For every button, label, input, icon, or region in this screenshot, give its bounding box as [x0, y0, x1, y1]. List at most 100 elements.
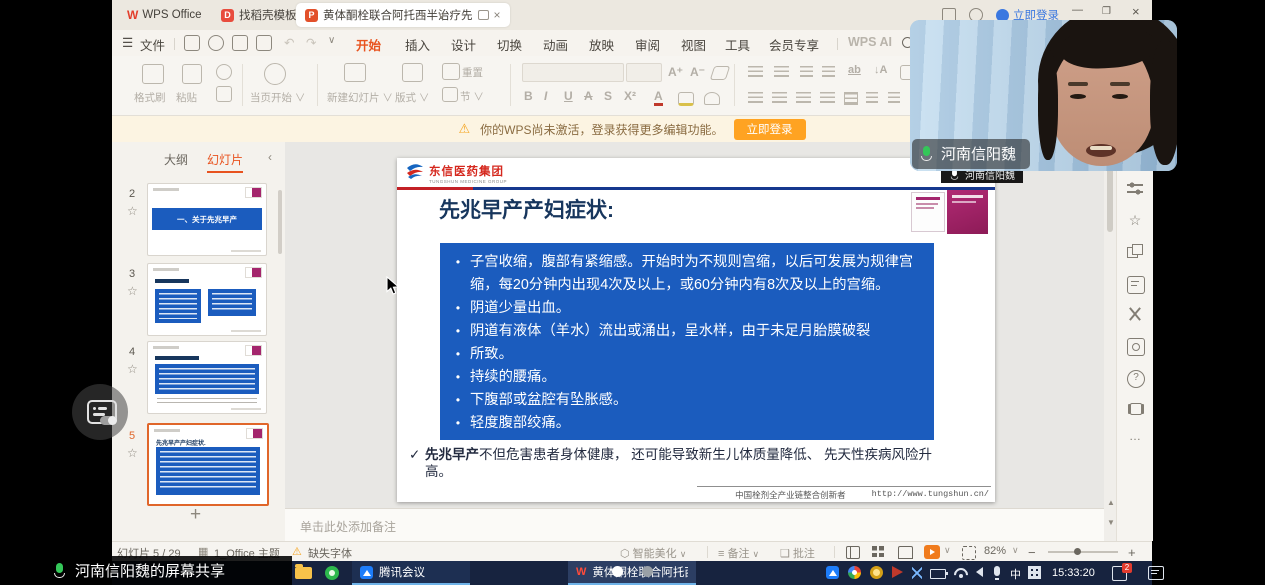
char-border-icon[interactable]: ab [848, 64, 861, 76]
shapes-icon[interactable] [1127, 244, 1143, 260]
image-library-icon[interactable] [1127, 338, 1145, 356]
tab-docer-templates[interactable]: D 找稻壳模板 [212, 3, 306, 27]
notes-pane[interactable]: 单击此处添加备注 [285, 508, 1104, 542]
numbered-list-icon[interactable] [774, 66, 789, 77]
print-icon[interactable] [232, 35, 248, 51]
strikethrough-button[interactable]: A [584, 89, 593, 103]
copy-icon[interactable] [216, 86, 232, 102]
restore-button[interactable]: ❐ [1102, 6, 1111, 17]
menu-item-review[interactable]: 审阅 [635, 35, 660, 54]
skin-icon[interactable] [1127, 400, 1143, 416]
highlight-color-button[interactable] [678, 92, 694, 106]
missing-font-label[interactable]: 缺失字体 [308, 545, 352, 561]
font-size-select[interactable] [626, 63, 662, 82]
more-tools-icon[interactable]: … [1127, 428, 1143, 444]
tray-triangle-app-icon[interactable] [892, 566, 903, 578]
tray-mic-icon[interactable] [994, 566, 1000, 576]
tray-browser-icon[interactable] [848, 566, 861, 579]
new-tab-button[interactable]: + [414, 3, 430, 27]
play-from-current-label[interactable]: 当页开始 ∨ [250, 90, 305, 105]
menu-item-animation[interactable]: 动画 [543, 35, 568, 54]
notes-placeholder[interactable]: 单击此处添加备注 [300, 518, 396, 535]
line-spacing-icon[interactable] [866, 92, 878, 103]
wps-ai-button[interactable]: WPS AI [848, 35, 892, 49]
zoom-in-button[interactable]: + [1128, 545, 1136, 560]
taskbar-wps-document[interactable]: W 黄体酮栓联合阿托西... [568, 561, 696, 585]
align-left-icon[interactable] [748, 92, 763, 103]
tab-wps-home[interactable]: W WPS Office [118, 3, 211, 27]
tab-slides[interactable]: 幻灯片 [207, 151, 243, 173]
menu-item-member[interactable]: 会员专享 [769, 35, 819, 54]
caption-floating-button[interactable] [72, 384, 128, 440]
slide-body-textbox[interactable]: •子宫收缩，腹部有紧缩感。开始时为不规则宫缩，以后可发展为规律宫缩，每20分钟内… [440, 243, 934, 440]
action-center-icon[interactable] [1148, 566, 1164, 580]
tab-outline[interactable]: 大纲 [164, 151, 188, 168]
undo-icon[interactable]: ↶ [284, 35, 294, 50]
format-painter-icon[interactable] [142, 64, 164, 84]
underline-button[interactable]: U [564, 89, 573, 103]
superscript-button[interactable]: X² [624, 89, 636, 103]
section-label[interactable]: 节 ∨ [460, 89, 484, 104]
tab-close-icon[interactable]: × [494, 9, 501, 21]
cut-icon[interactable] [216, 64, 232, 80]
fit-slide-icon[interactable] [962, 546, 976, 560]
slide-canvas[interactable]: 东信医药集团 TUNGSHUN MEDICINE GROUP 先兆早产产妇症状: [397, 158, 995, 502]
slide-title[interactable]: 先兆早产产妇症状: [439, 194, 614, 224]
next-slide-icon[interactable]: ▼ [1107, 518, 1115, 527]
zoom-out-button[interactable]: − [1028, 545, 1036, 560]
editor-scrollbar[interactable]: ▲ ▼ [1104, 142, 1116, 541]
decrease-indent-icon[interactable] [800, 66, 813, 77]
normal-view-icon[interactable] [846, 546, 860, 559]
text-shadow-button[interactable]: S [604, 89, 612, 103]
ime-indicator[interactable]: 中 [1010, 566, 1021, 582]
magic-tools-icon[interactable] [1127, 306, 1143, 322]
bullet-list-icon[interactable] [748, 66, 763, 77]
wifi-icon[interactable] [954, 566, 968, 580]
minimize-button[interactable]: — [1072, 4, 1083, 16]
play-options-icon[interactable]: ∨ [944, 545, 951, 556]
speaker-icon[interactable] [976, 567, 983, 577]
webcam-video-tile[interactable]: 河南信阳魏 [910, 20, 1177, 171]
italic-button[interactable]: I [544, 89, 547, 103]
battery-icon[interactable] [930, 569, 946, 579]
paste-icon[interactable] [182, 64, 202, 84]
increase-font-icon[interactable]: A⁺ [668, 65, 683, 79]
bluetooth-icon[interactable] [912, 566, 922, 580]
prev-slide-icon[interactable]: ▲ [1107, 498, 1115, 507]
align-center-icon[interactable] [772, 92, 787, 103]
decrease-font-icon[interactable]: A⁻ [690, 65, 705, 79]
save-icon[interactable] [184, 35, 200, 51]
zoom-level[interactable]: 82% [984, 545, 1006, 557]
tab-presentation-document[interactable]: P 黄体酮栓联合阿托西半治疗先 × [296, 3, 510, 27]
add-slide-button[interactable]: + [190, 504, 201, 526]
page-indicator-dot[interactable] [642, 566, 653, 577]
window-close-button[interactable]: × [1132, 4, 1140, 19]
zoom-options-icon[interactable]: ∨ [1012, 545, 1019, 556]
menu-item-tools[interactable]: 工具 [725, 35, 750, 54]
slide-thumbnail-2[interactable]: 一、关于先兆早产 [147, 183, 267, 256]
slideshow-play-button[interactable] [924, 545, 940, 559]
slide-sorter-view-icon[interactable] [872, 546, 884, 557]
new-slide-label[interactable]: 新建幻灯片 ∨ [327, 90, 393, 105]
taskbar-tencent-meeting[interactable]: 腾讯会议 [352, 561, 470, 585]
menu-item-transition[interactable]: 切换 [497, 35, 522, 54]
menu-item-insert[interactable]: 插入 [405, 35, 430, 54]
play-from-current-icon[interactable] [264, 63, 286, 85]
burger-menu-icon[interactable]: ☰ [122, 35, 133, 50]
reading-view-icon[interactable] [898, 546, 913, 559]
slide-thumbnail-3[interactable] [147, 263, 267, 336]
paste-label[interactable]: 粘贴 [176, 90, 197, 105]
slide-thumbnail-4[interactable] [147, 341, 267, 414]
pinyin-guide-button[interactable] [704, 92, 720, 105]
page-indicator-dot-active[interactable] [612, 566, 623, 577]
text-direction-icon[interactable]: ↓A [874, 64, 887, 76]
reset-icon[interactable] [442, 63, 460, 80]
menu-item-slideshow[interactable]: 放映 [589, 35, 614, 54]
font-family-select[interactable] [522, 63, 624, 82]
browser-icon[interactable] [325, 566, 339, 580]
comment-button[interactable]: ❑ 批注 [780, 545, 815, 561]
section-icon[interactable] [442, 87, 458, 102]
tray-gold-app-icon[interactable] [870, 566, 883, 579]
reset-label[interactable]: 重置 [462, 65, 483, 80]
bold-button[interactable]: B [524, 89, 533, 103]
